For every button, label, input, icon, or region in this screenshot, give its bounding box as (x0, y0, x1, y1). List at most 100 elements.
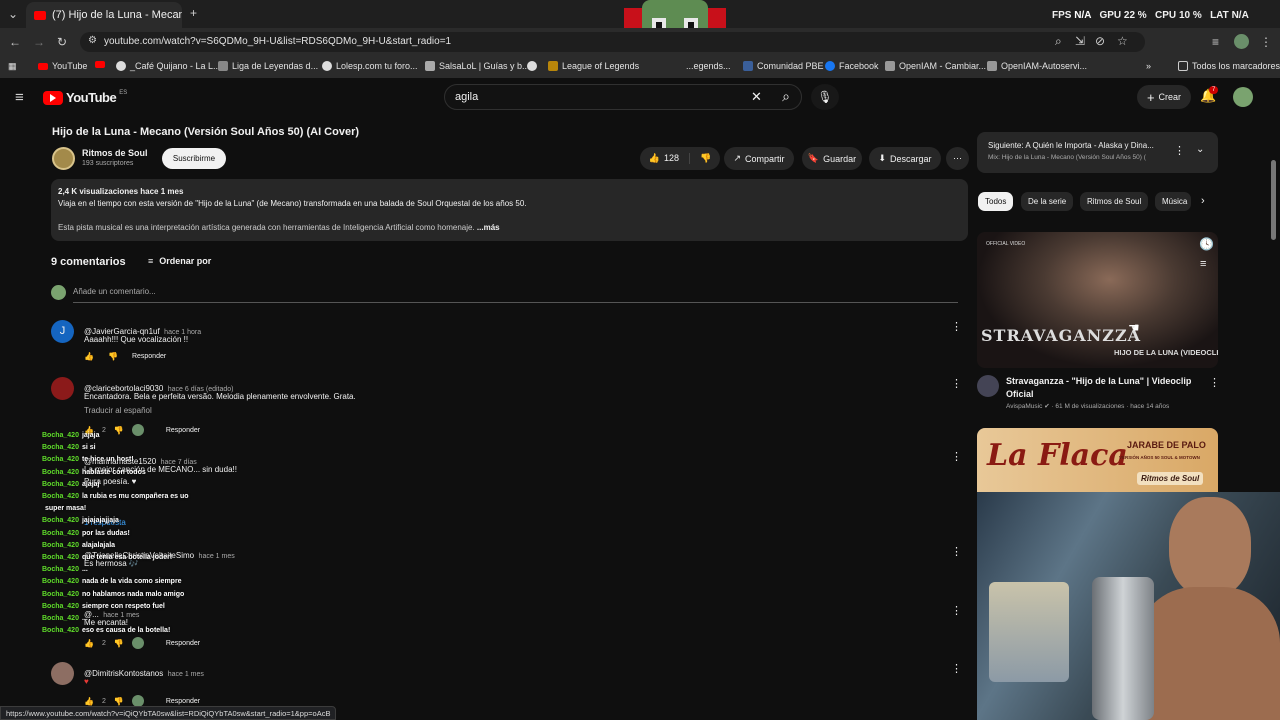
chat-username: Bocha_420 (42, 432, 79, 439)
reply-button[interactable]: Responder (166, 698, 200, 705)
bookmark-star-icon[interactable]: ☆ (1117, 35, 1128, 47)
reload-icon[interactable]: ↻ (57, 36, 67, 48)
extensions-menu-icon[interactable]: ≡ (1212, 36, 1219, 48)
search-input[interactable]: agila ✕ (444, 84, 802, 110)
chat-text: si si (81, 444, 96, 452)
chip-series[interactable]: De la serie (1021, 192, 1074, 211)
comment-menu-icon[interactable]: ⋮ (951, 545, 962, 558)
sort-button[interactable]: ≡ Ordenar por (148, 256, 211, 266)
clear-search-icon[interactable]: ✕ (751, 89, 762, 105)
back-icon[interactable]: ← (9, 36, 21, 48)
browser-tab-strip: ⌄ (7) Hijo de la Luna - Mecan 🔊 ✕ + FPS … (0, 0, 1280, 70)
eye-off-icon[interactable]: ⊘ (1095, 35, 1105, 47)
save-button[interactable]: 🔖 Guardar (802, 147, 862, 170)
subscriber-count: 193 suscriptores (82, 160, 134, 167)
watch-later-icon[interactable]: 🕓 (1199, 237, 1214, 251)
chevron-down-icon[interactable]: ⌄ (1196, 144, 1204, 155)
create-button[interactable]: + Crear (1137, 85, 1191, 109)
like-icon[interactable]: 👍 (84, 697, 94, 706)
tab-search-icon[interactable]: ⌄ (8, 8, 18, 20)
all-bookmarks[interactable]: Todos los marcadores (1178, 61, 1280, 71)
comment-menu-icon[interactable]: ⋮ (951, 320, 962, 333)
show-more-link[interactable]: ...más (477, 223, 500, 232)
playlist-menu-icon[interactable]: ⋮ (1174, 144, 1185, 157)
dislike-icon[interactable]: 👎 (114, 639, 124, 648)
search-icon[interactable]: ⌕ (777, 88, 795, 106)
description-line-1: Viaja en el tiempo con esta versión de "… (58, 199, 527, 208)
rec-video-title[interactable]: Stravaganzza - "Hijo de la Luna" | Video… (1006, 375, 1206, 401)
rec-channel-avatar[interactable] (977, 375, 999, 397)
comment-avatar[interactable]: J (51, 320, 74, 343)
bookmark-facebook[interactable]: Facebook (825, 61, 879, 71)
comment-avatar[interactable] (51, 377, 74, 400)
browser-menu-icon[interactable]: ⋮ (1260, 36, 1272, 48)
bookmark-lol[interactable]: League of Legends (548, 61, 639, 71)
add-comment-input[interactable]: Añade un comentario... (73, 287, 958, 303)
rec-video-thumbnail[interactable]: OFFICIAL VIDEO STRAVAGANZZA HIJO DE LA L… (977, 232, 1218, 368)
rec-channel-name[interactable]: AvispaMusic (1006, 403, 1042, 410)
zoom-icon[interactable]: ⌕ (1055, 35, 1062, 47)
translate-link[interactable]: Traducir al español (84, 406, 152, 415)
chip-all[interactable]: Todos (978, 192, 1014, 211)
bookmark-liga-leyendas[interactable]: Liga de Leyendas d... (218, 61, 318, 71)
playlist-next-panel[interactable]: Siguiente: A Quién le Importa - Alaska y… (977, 132, 1218, 173)
chat-message: Bocha_420 siempre con respeto fuel (42, 603, 165, 610)
forward-icon[interactable]: → (33, 36, 45, 48)
dislike-icon[interactable]: 👎 (108, 352, 118, 361)
rec-video-thumbnail-2[interactable]: La Flaca JARABE DE PALO VERSIÓN AÑOS 50 … (977, 428, 1218, 494)
more-actions-button[interactable]: ⋯ (946, 147, 969, 170)
like-icon[interactable]: 👍 (84, 352, 94, 361)
new-tab-icon[interactable]: + (190, 7, 197, 19)
bookmark-lolesp[interactable]: Lolesp.com tu foro... (322, 61, 418, 71)
dislike-icon[interactable]: 👎 (114, 697, 124, 706)
browser-tab[interactable]: (7) Hijo de la Luna - Mecan 🔊 ✕ (26, 2, 182, 28)
account-avatar[interactable] (1233, 87, 1253, 107)
rec-menu-icon[interactable]: ⋮ (1209, 376, 1220, 389)
like-icon[interactable]: 👍 (84, 639, 94, 648)
chat-username: Bocha_420 (42, 480, 79, 488)
thumb-subtitle: HIJO DE LA LUNA (VIDEOCLIP) (1114, 348, 1218, 357)
page-scrollbar-thumb[interactable] (1271, 160, 1276, 240)
channel-name[interactable]: Ritmos de Soul (82, 148, 148, 158)
comment-author[interactable]: @DimitrisKontostanos (84, 669, 163, 678)
voice-search-icon[interactable]: 🎙 (811, 84, 839, 110)
bookmark-salsalol[interactable]: SalsaLoL | Guías y b... (425, 61, 530, 71)
add-to-queue-icon[interactable]: ≡ (1200, 258, 1206, 270)
bookmark-youtube[interactable]: YouTube (38, 61, 87, 71)
dislike-icon[interactable]: 👎 (694, 153, 711, 164)
chevron-right-icon[interactable]: › (1201, 195, 1205, 207)
bookmark-legends[interactable]: ...egends... (686, 61, 731, 71)
bookmark-openiam[interactable]: OpenIAM - Cambiar... (885, 61, 986, 71)
description-box[interactable]: 2,4 K visualizaciones hace 1 mes Viaja e… (51, 179, 968, 241)
chip-channel[interactable]: Ritmos de Soul (1080, 192, 1149, 211)
subscribe-button[interactable]: Suscribirme (162, 148, 226, 169)
comment-text: Encantadora. Bela e perfeita versão. Mel… (84, 392, 356, 401)
comment-time[interactable]: hace 1 mes (168, 671, 204, 678)
bookmark-comunidad-pbe[interactable]: Comunidad PBE (743, 61, 824, 71)
apps-icon[interactable]: ▦ (8, 61, 17, 72)
hamburger-menu-icon[interactable]: ≡ (15, 90, 24, 105)
comment-item: J @JavierGarcia-qn1uf hace 1 hora Aaaahh… (51, 320, 962, 364)
download-button[interactable]: ⬇ Descargar (869, 147, 941, 170)
bookmark-globe[interactable] (527, 61, 537, 71)
profile-avatar[interactable] (1234, 34, 1249, 49)
bookmarks-overflow-icon[interactable]: » (1146, 61, 1151, 71)
bookmark-youtube-2[interactable] (95, 61, 105, 68)
comment-menu-icon[interactable]: ⋮ (951, 450, 962, 463)
youtube-logo[interactable]: YouTube ES (43, 90, 127, 105)
chip-music[interactable]: Música (1155, 192, 1191, 211)
bookmark-openiam-autoservicio[interactable]: OpenIAM-Autoservi... (987, 61, 1087, 71)
share-button[interactable]: ↗ Compartir (724, 147, 794, 170)
channel-avatar[interactable] (52, 147, 75, 170)
site-info-icon[interactable]: ⚙ (88, 36, 97, 46)
like-button[interactable]: 👍 128 (649, 153, 691, 164)
reply-button[interactable]: Responder (166, 640, 200, 647)
comment-menu-icon[interactable]: ⋮ (951, 662, 962, 675)
install-icon[interactable]: ⇲ (1075, 35, 1085, 47)
comment-menu-icon[interactable]: ⋮ (951, 377, 962, 390)
comment-avatar[interactable] (51, 662, 74, 685)
address-bar[interactable]: ⚙ youtube.com/watch?v=S6QDMo_9H-U&list=R… (80, 32, 1145, 52)
reply-button[interactable]: Responder (132, 353, 166, 360)
comment-menu-icon[interactable]: ⋮ (951, 604, 962, 617)
bookmark-cafe-quijano[interactable]: _Café Quijano - La L... (116, 61, 221, 71)
